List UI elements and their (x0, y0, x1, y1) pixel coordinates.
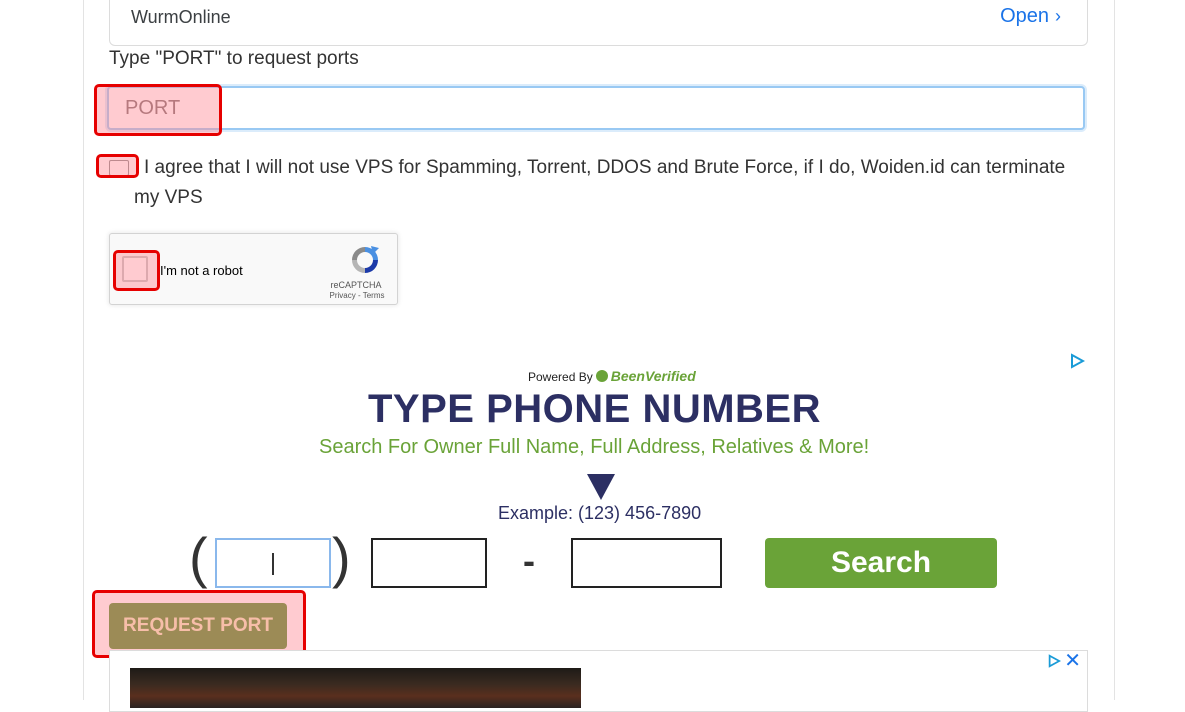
chevron-right-icon: › (1055, 6, 1061, 26)
recaptcha-checkbox[interactable] (122, 256, 148, 282)
request-port-button[interactable]: REQUEST PORT (109, 603, 287, 649)
phone-ad-subheadline: Search For Owner Full Name, Full Address… (319, 436, 870, 458)
top-ad-card[interactable]: WurmOnline Open › (109, 0, 1088, 46)
port-input[interactable] (107, 86, 1085, 130)
powered-by-text: Powered By (528, 370, 593, 384)
beenverified-logo-icon (595, 370, 608, 382)
agreement-text: I agree that I will not use VPS for Spam… (134, 157, 1066, 208)
powered-by-line: Powered By BeenVerified (528, 368, 696, 384)
recaptcha-logo-icon (352, 246, 379, 273)
arrow-down-icon (587, 474, 615, 500)
ad-open-link[interactable]: Open › (1000, 5, 1061, 28)
phone-line-input[interactable] (571, 538, 722, 588)
play-triangle-icon[interactable] (1047, 654, 1061, 668)
ad-thumbnail-image[interactable] (130, 668, 581, 708)
play-triangle-icon[interactable] (1069, 353, 1085, 369)
search-button[interactable]: Search (765, 538, 997, 588)
beenverified-brand: BeenVerified (610, 368, 696, 384)
ad-app-name: WurmOnline (131, 7, 231, 27)
bottom-ad-card[interactable]: ✕ (109, 650, 1088, 712)
agree-checkbox[interactable] (109, 160, 129, 176)
port-field-label: Type "PORT" to request ports (109, 48, 359, 69)
phone-example: Example: (123) 456-7890 (498, 503, 702, 523)
close-icon[interactable]: ✕ (1064, 648, 1081, 673)
recaptcha-label: I'm not a robot (160, 263, 243, 278)
phone-ad-headline: TYPE PHONE NUMBER (368, 387, 821, 431)
recaptcha-terms-link[interactable]: Privacy - Terms (327, 291, 387, 300)
recaptcha-brand: reCAPTCHA (330, 280, 382, 290)
phone-prefix-input[interactable] (371, 538, 487, 588)
ad-open-label: Open (1000, 5, 1049, 27)
phone-dash: - (523, 540, 535, 581)
recaptcha-widget: I'm not a robot reCAPTCHA Privacy - Term… (109, 233, 398, 305)
text-caret (272, 553, 274, 575)
paren-close: ) (332, 526, 351, 589)
area-code-input[interactable] (215, 538, 331, 588)
paren-open: ( (189, 526, 208, 589)
